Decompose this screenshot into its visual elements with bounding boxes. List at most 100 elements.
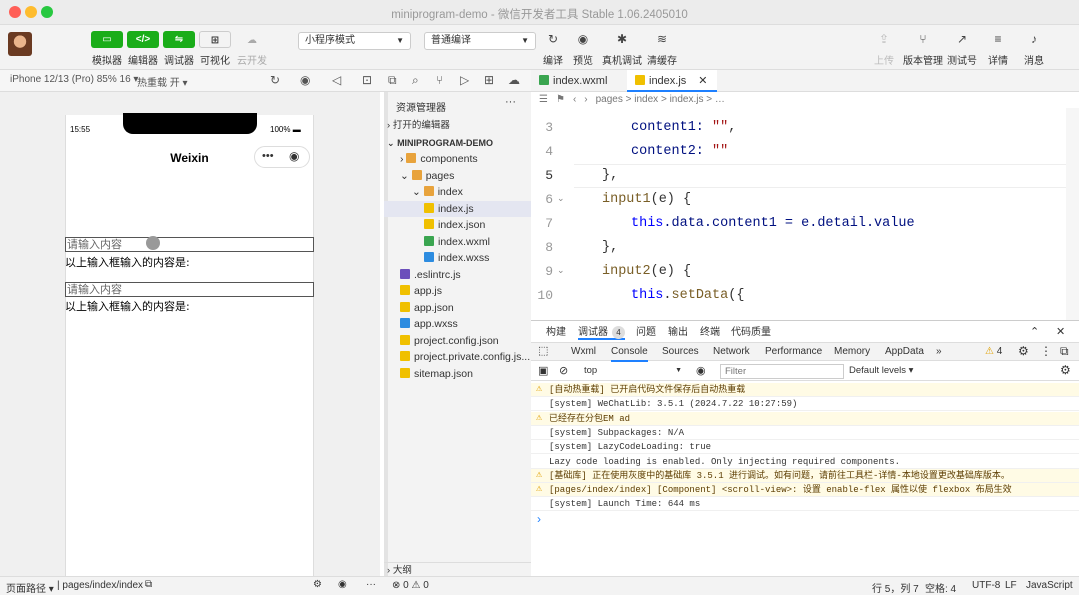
file-tree-item[interactable]: index.js	[384, 200, 531, 217]
gear-icon[interactable]: ⚙	[1018, 344, 1029, 358]
sidebar-toggle-icon[interactable]: ▣	[538, 364, 548, 377]
devtools-top-tab[interactable]: 终端	[700, 326, 720, 340]
editor-scrollbar[interactable]	[1066, 108, 1079, 320]
close-icon[interactable]: ✕	[698, 75, 707, 87]
file-tree-item[interactable]: ⌄ pages	[384, 168, 531, 184]
close-icon[interactable]: ✕	[1056, 325, 1065, 338]
more-icon[interactable]: ···	[505, 96, 516, 108]
bug-icon[interactable]: ✱	[612, 31, 632, 47]
fold-icon[interactable]: ⌄	[557, 265, 565, 276]
context-select[interactable]: top ▼	[579, 364, 686, 378]
list-icon[interactable]: ☰	[539, 94, 548, 105]
language-mode[interactable]: JavaScript	[1026, 580, 1073, 591]
devtools-top-tab[interactable]: 调试器 4	[578, 326, 625, 340]
console-filter-input[interactable]	[720, 364, 844, 379]
avatar[interactable]	[8, 32, 32, 56]
device-select[interactable]: iPhone 12/13 (Pro) 85% 16 ▾	[10, 74, 138, 85]
warning-count[interactable]: ⚠ 4	[985, 345, 1002, 359]
devtools-panel-tab[interactable]: AppData	[885, 345, 924, 359]
extensions-icon[interactable]: ⊞	[484, 73, 494, 87]
settings-icon[interactable]: ⚙	[313, 579, 322, 590]
cloud-icon[interactable]: ☁	[236, 31, 268, 48]
compile-select[interactable]: 普通编译 ▼	[424, 32, 536, 50]
fullscreen-icon[interactable]: ⊡	[362, 73, 372, 87]
layers-icon[interactable]: ≋	[652, 31, 672, 47]
tab-index-wxml[interactable]: index.wxml	[531, 70, 625, 92]
more-icon[interactable]: ···	[366, 579, 376, 590]
devtools-panel-tab[interactable]: Network	[713, 345, 750, 359]
volume-icon[interactable]: ◁	[332, 73, 341, 87]
devtools-panel-tab[interactable]: Memory	[834, 345, 870, 359]
tab-index-js[interactable]: index.js ✕	[627, 70, 717, 92]
layout-icon[interactable]: ⊞	[199, 31, 231, 48]
open-editors-section[interactable]: › 打开的编辑器	[384, 118, 531, 134]
chevron-up-icon[interactable]: ⌃	[1030, 325, 1039, 338]
page-path-label[interactable]: 页面路径 ▾	[6, 580, 54, 595]
fold-icon[interactable]: ⌄	[557, 193, 565, 204]
file-tree-item[interactable]: app.wxss	[384, 316, 531, 332]
content-input-1[interactable]: 请输入内容	[65, 237, 314, 252]
menu-icon[interactable]: ≡	[988, 31, 1008, 47]
content-input-2[interactable]: 请输入内容	[65, 282, 314, 297]
more-icon[interactable]: ⋮	[1040, 344, 1052, 358]
bookmark-icon[interactable]: ⚑	[556, 94, 565, 105]
encoding[interactable]: UTF-8	[972, 580, 1000, 591]
upload-icon[interactable]: ⇪	[874, 31, 894, 47]
capsule-menu[interactable]: ••• ◉	[254, 146, 310, 168]
file-tree-item[interactable]: index.wxml	[384, 234, 531, 250]
rotate-icon[interactable]: ↻	[270, 73, 280, 87]
branch-icon[interactable]: ⑂	[913, 31, 933, 47]
refresh-icon[interactable]: ↻	[543, 31, 563, 47]
eye-icon[interactable]: ◉	[573, 31, 593, 47]
devtools-panel-tab[interactable]: Console	[611, 345, 648, 362]
line-ending[interactable]: LF	[1005, 580, 1017, 591]
eye-icon[interactable]: ◉	[696, 364, 706, 377]
file-tree-item[interactable]: ⌄ index	[384, 184, 531, 200]
devtools-top-tab[interactable]: 输出	[668, 326, 688, 340]
console-prompt[interactable]: ›	[537, 512, 541, 526]
file-tree-item[interactable]: app.js	[384, 283, 531, 299]
devtools-top-tab[interactable]: 代码质量	[731, 326, 771, 340]
mode-select[interactable]: 小程序模式 ▼	[298, 32, 411, 50]
inspect-icon[interactable]: ⬚	[538, 344, 548, 357]
cloud-icon[interactable]: ☁	[508, 73, 520, 87]
code-icon[interactable]: </>	[127, 31, 159, 48]
file-tree-item[interactable]: index.json	[384, 217, 531, 233]
file-tree-item[interactable]: project.config.json	[384, 333, 531, 349]
hot-reload-toggle[interactable]: 热重载 开 ▾	[137, 74, 188, 89]
debug-icon[interactable]: ⇋	[163, 31, 195, 48]
back-icon[interactable]: ‹	[573, 94, 576, 105]
branch-icon[interactable]: ⑂	[436, 73, 443, 87]
phone-icon[interactable]: ▭	[91, 31, 123, 48]
clear-console-icon[interactable]: ⊘	[559, 364, 568, 377]
forward-icon[interactable]: ›	[584, 94, 587, 105]
devtools-panel-tab[interactable]: »	[936, 345, 942, 359]
dock-icon[interactable]: ⧉	[1060, 344, 1069, 359]
devtools-panel-tab[interactable]: Wxml	[571, 345, 596, 359]
file-tree-item[interactable]: app.json	[384, 300, 531, 316]
search-icon[interactable]: ⌕	[412, 73, 419, 88]
devtools-top-tab[interactable]: 问题	[636, 326, 656, 340]
debug-icon[interactable]: ▷	[460, 73, 469, 87]
file-tree-item[interactable]: index.wxss	[384, 250, 531, 266]
bell-icon[interactable]: ♪	[1024, 31, 1044, 47]
indent-setting[interactable]: 空格: 4	[925, 580, 956, 595]
devtools-panel-tab[interactable]: Sources	[662, 345, 699, 359]
record-icon[interactable]: ◉	[300, 73, 310, 87]
devtools-top-tab[interactable]: 构建	[546, 326, 566, 340]
file-tree-item[interactable]: .eslintrc.js	[384, 267, 531, 283]
levels-select[interactable]: Default levels ▾	[849, 365, 913, 376]
project-section[interactable]: ⌄ MINIPROGRAM-DEMO	[384, 135, 531, 151]
eye-icon[interactable]: ◉	[338, 579, 347, 590]
copy-icon[interactable]: ⧉	[145, 579, 152, 590]
gear-icon[interactable]: ⚙	[1060, 363, 1071, 377]
files-icon[interactable]: ⧉	[388, 73, 397, 88]
devtools-panel-tab[interactable]: Performance	[765, 345, 822, 359]
file-tree-item[interactable]: sitemap.json	[384, 366, 531, 382]
test-icon[interactable]: ↗	[952, 31, 972, 47]
file-tree-item[interactable]: › components	[384, 151, 531, 167]
close-capsule-icon[interactable]: ◉	[289, 149, 299, 163]
problems-count[interactable]: ⊗ 0 ⚠ 0	[392, 580, 429, 591]
cursor-position[interactable]: 行 5，列 7	[872, 580, 919, 595]
more-icon[interactable]: •••	[262, 150, 274, 162]
